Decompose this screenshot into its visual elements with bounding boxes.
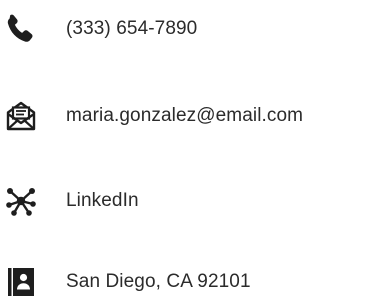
phone-icon: [5, 13, 37, 45]
network-icon: [5, 185, 37, 217]
envelope-icon: [5, 100, 37, 132]
contact-row-email: maria.gonzalez@email.com: [0, 100, 365, 140]
contact-row-linkedin: LinkedIn: [0, 185, 365, 225]
linkedin-link[interactable]: LinkedIn: [66, 189, 139, 213]
contact-row-location: San Diego, CA 92101: [0, 266, 365, 306]
location-address: San Diego, CA 92101: [66, 271, 251, 292]
contact-row-phone: (333) 654-7890: [0, 13, 365, 53]
address-book-icon: [5, 266, 37, 298]
email-address: maria.gonzalez@email.com: [66, 105, 304, 126]
contact-list: (333) 654-7890 maria.gonzalez@email.com: [0, 0, 365, 306]
phone-number: (333) 654-7890: [66, 18, 198, 39]
